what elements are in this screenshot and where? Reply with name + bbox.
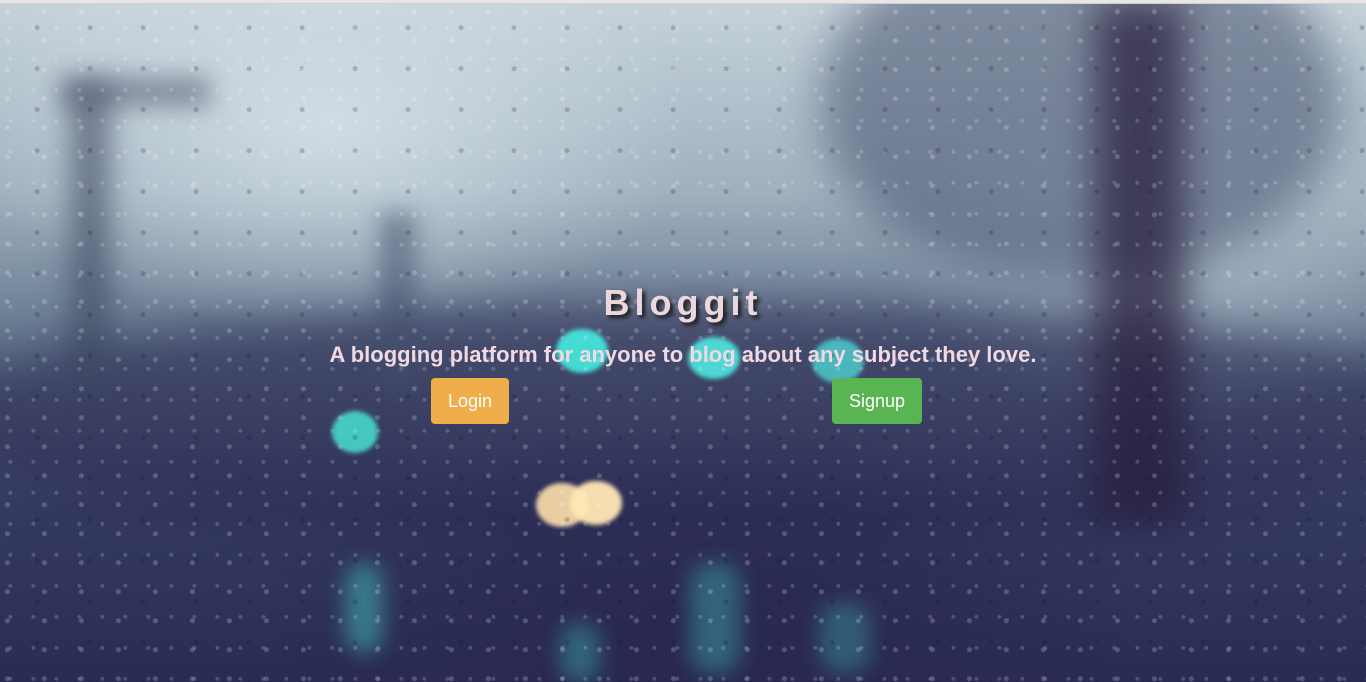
hero-background-image: Bloggit A blogging platform for anyone t… xyxy=(0,3,1366,682)
login-button[interactable]: Login xyxy=(431,378,509,424)
site-title: Bloggit xyxy=(603,282,763,323)
browser-top-rule xyxy=(0,0,1366,4)
site-tagline: A blogging platform for anyone to blog a… xyxy=(329,342,1037,367)
signup-button[interactable]: Signup xyxy=(832,378,922,424)
